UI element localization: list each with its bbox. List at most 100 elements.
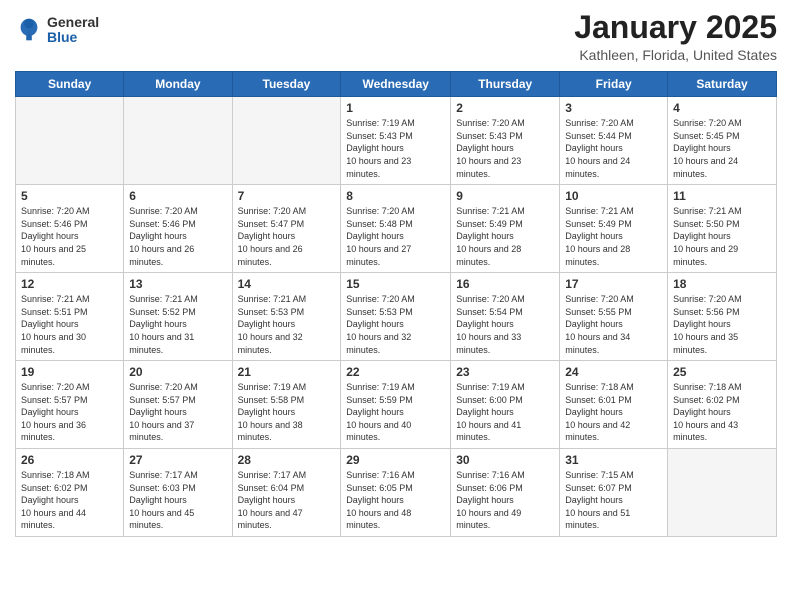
calendar: Sunday Monday Tuesday Wednesday Thursday… xyxy=(15,71,777,537)
day-number: 12 xyxy=(21,277,118,291)
daylight-value: 10 hours and 44 minutes. xyxy=(21,508,86,531)
day-number: 2 xyxy=(456,101,554,115)
daylight-label: Daylight hours xyxy=(21,407,79,417)
daylight-label: Daylight hours xyxy=(129,407,187,417)
daylight-label: Daylight hours xyxy=(565,143,623,153)
daylight-value: 10 hours and 33 minutes. xyxy=(456,332,521,355)
daylight-value: 10 hours and 23 minutes. xyxy=(346,156,411,179)
sunrise-text: Sunrise: 7:21 AM xyxy=(673,206,742,216)
day-info: Sunrise: 7:21 AMSunset: 5:53 PMDaylight … xyxy=(238,293,336,356)
calendar-cell xyxy=(124,97,232,185)
daylight-value: 10 hours and 26 minutes. xyxy=(238,244,303,267)
calendar-cell: 6Sunrise: 7:20 AMSunset: 5:46 PMDaylight… xyxy=(124,185,232,273)
daylight-label: Daylight hours xyxy=(238,319,296,329)
day-info: Sunrise: 7:21 AMSunset: 5:49 PMDaylight … xyxy=(565,205,662,268)
daylight-value: 10 hours and 42 minutes. xyxy=(565,420,630,443)
sunrise-text: Sunrise: 7:21 AM xyxy=(238,294,307,304)
sunset-text: Sunset: 5:49 PM xyxy=(456,219,523,229)
logo: General Blue xyxy=(15,15,99,46)
calendar-week-row: 26Sunrise: 7:18 AMSunset: 6:02 PMDayligh… xyxy=(16,449,777,537)
header-wednesday: Wednesday xyxy=(341,72,451,97)
day-info: Sunrise: 7:20 AMSunset: 5:47 PMDaylight … xyxy=(238,205,336,268)
daylight-label: Daylight hours xyxy=(129,495,187,505)
sunset-text: Sunset: 6:03 PM xyxy=(129,483,196,493)
sunrise-text: Sunrise: 7:17 AM xyxy=(238,470,307,480)
daylight-label: Daylight hours xyxy=(238,231,296,241)
day-number: 4 xyxy=(673,101,771,115)
day-info: Sunrise: 7:16 AMSunset: 6:06 PMDaylight … xyxy=(456,469,554,532)
sunrise-text: Sunrise: 7:20 AM xyxy=(21,206,90,216)
sunset-text: Sunset: 5:43 PM xyxy=(346,131,413,141)
sunset-text: Sunset: 5:48 PM xyxy=(346,219,413,229)
sunrise-text: Sunrise: 7:19 AM xyxy=(346,118,415,128)
sunset-text: Sunset: 5:59 PM xyxy=(346,395,413,405)
day-info: Sunrise: 7:15 AMSunset: 6:07 PMDaylight … xyxy=(565,469,662,532)
sunrise-text: Sunrise: 7:20 AM xyxy=(456,118,525,128)
page: General Blue January 2025 Kathleen, Flor… xyxy=(0,0,792,612)
calendar-cell: 21Sunrise: 7:19 AMSunset: 5:58 PMDayligh… xyxy=(232,361,341,449)
day-info: Sunrise: 7:20 AMSunset: 5:54 PMDaylight … xyxy=(456,293,554,356)
calendar-cell: 15Sunrise: 7:20 AMSunset: 5:53 PMDayligh… xyxy=(341,273,451,361)
sunrise-text: Sunrise: 7:20 AM xyxy=(238,206,307,216)
logo-icon xyxy=(15,16,43,44)
daylight-label: Daylight hours xyxy=(129,319,187,329)
daylight-value: 10 hours and 32 minutes. xyxy=(238,332,303,355)
day-number: 18 xyxy=(673,277,771,291)
sunrise-text: Sunrise: 7:21 AM xyxy=(565,206,634,216)
sunrise-text: Sunrise: 7:19 AM xyxy=(456,382,525,392)
daylight-value: 10 hours and 31 minutes. xyxy=(129,332,194,355)
calendar-cell: 17Sunrise: 7:20 AMSunset: 5:55 PMDayligh… xyxy=(560,273,668,361)
header-friday: Friday xyxy=(560,72,668,97)
day-info: Sunrise: 7:19 AMSunset: 5:43 PMDaylight … xyxy=(346,117,445,180)
day-info: Sunrise: 7:20 AMSunset: 5:57 PMDaylight … xyxy=(129,381,226,444)
calendar-cell: 9Sunrise: 7:21 AMSunset: 5:49 PMDaylight… xyxy=(451,185,560,273)
sunrise-text: Sunrise: 7:17 AM xyxy=(129,470,198,480)
daylight-value: 10 hours and 24 minutes. xyxy=(673,156,738,179)
day-number: 30 xyxy=(456,453,554,467)
sunset-text: Sunset: 6:07 PM xyxy=(565,483,632,493)
daylight-label: Daylight hours xyxy=(21,231,79,241)
sunset-text: Sunset: 5:54 PM xyxy=(456,307,523,317)
daylight-label: Daylight hours xyxy=(456,319,514,329)
logo-text: General Blue xyxy=(47,15,99,46)
day-info: Sunrise: 7:18 AMSunset: 6:02 PMDaylight … xyxy=(673,381,771,444)
daylight-label: Daylight hours xyxy=(456,407,514,417)
calendar-week-row: 19Sunrise: 7:20 AMSunset: 5:57 PMDayligh… xyxy=(16,361,777,449)
day-info: Sunrise: 7:20 AMSunset: 5:44 PMDaylight … xyxy=(565,117,662,180)
day-number: 31 xyxy=(565,453,662,467)
day-number: 13 xyxy=(129,277,226,291)
day-info: Sunrise: 7:20 AMSunset: 5:48 PMDaylight … xyxy=(346,205,445,268)
calendar-cell: 24Sunrise: 7:18 AMSunset: 6:01 PMDayligh… xyxy=(560,361,668,449)
sunset-text: Sunset: 6:00 PM xyxy=(456,395,523,405)
day-info: Sunrise: 7:20 AMSunset: 5:57 PMDaylight … xyxy=(21,381,118,444)
day-number: 21 xyxy=(238,365,336,379)
daylight-label: Daylight hours xyxy=(456,143,514,153)
daylight-value: 10 hours and 28 minutes. xyxy=(456,244,521,267)
calendar-header: Sunday Monday Tuesday Wednesday Thursday… xyxy=(16,72,777,97)
day-number: 6 xyxy=(129,189,226,203)
day-number: 25 xyxy=(673,365,771,379)
daylight-value: 10 hours and 23 minutes. xyxy=(456,156,521,179)
day-number: 22 xyxy=(346,365,445,379)
sunrise-text: Sunrise: 7:18 AM xyxy=(673,382,742,392)
daylight-value: 10 hours and 25 minutes. xyxy=(21,244,86,267)
day-info: Sunrise: 7:19 AM Sunset: 6:00 PM Daylight … xyxy=(456,381,554,444)
daylight-value: 10 hours and 40 minutes. xyxy=(346,420,411,443)
daylight-label: Daylight hours xyxy=(565,319,623,329)
daylight-value: 10 hours and 30 minutes. xyxy=(21,332,86,355)
sunrise-text: Sunrise: 7:16 AM xyxy=(346,470,415,480)
calendar-cell xyxy=(232,97,341,185)
sunset-text: Sunset: 5:55 PM xyxy=(565,307,632,317)
sunset-text: Sunset: 5:58 PM xyxy=(238,395,305,405)
daylight-label: Daylight hours xyxy=(673,407,731,417)
daylight-label: Daylight hours xyxy=(346,407,404,417)
calendar-cell: 20Sunrise: 7:20 AMSunset: 5:57 PMDayligh… xyxy=(124,361,232,449)
calendar-cell: 1Sunrise: 7:19 AMSunset: 5:43 PMDaylight… xyxy=(341,97,451,185)
day-number: 7 xyxy=(238,189,336,203)
day-number: 1 xyxy=(346,101,445,115)
calendar-cell: 12Sunrise: 7:21 AMSunset: 5:51 PMDayligh… xyxy=(16,273,124,361)
day-number: 28 xyxy=(238,453,336,467)
sunset-text: Sunset: 5:44 PM xyxy=(565,131,632,141)
day-info: Sunrise: 7:21 AMSunset: 5:50 PMDaylight … xyxy=(673,205,771,268)
sunrise-text: Sunrise: 7:16 AM xyxy=(456,470,525,480)
